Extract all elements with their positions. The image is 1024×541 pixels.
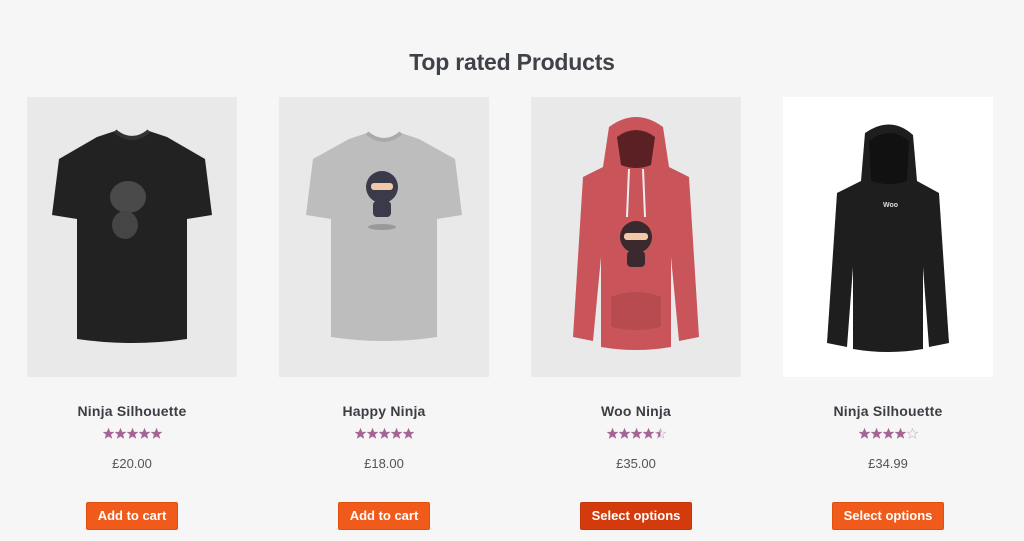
product-card: Woo Ninja £35.00 Select options <box>531 97 741 530</box>
product-image[interactable] <box>531 97 741 377</box>
red-hoodie-icon <box>573 117 699 350</box>
product-card: Ninja Silhouette £20.00 Add to cart <box>27 97 237 530</box>
star-filled-icon <box>114 428 126 439</box>
star-filled-icon <box>630 428 642 439</box>
section-title: Top rated Products <box>409 49 615 75</box>
star-filled-icon <box>390 428 402 439</box>
star-filled-icon <box>882 428 894 439</box>
rating-stars <box>531 428 741 442</box>
star-filled-icon <box>366 428 378 439</box>
add-to-cart-button[interactable]: Add to cart <box>337 502 431 530</box>
product-price: £20.00 <box>112 456 152 471</box>
star-filled-icon <box>858 428 870 439</box>
star-filled-icon <box>606 428 618 439</box>
select-options-button[interactable]: Select options <box>579 502 693 530</box>
star-empty-icon <box>906 428 918 439</box>
product-image[interactable]: Woo <box>783 97 993 377</box>
product-card: Happy Ninja £18.00 Add to cart <box>279 97 489 530</box>
star-filled-icon <box>354 428 366 439</box>
product-title[interactable]: Ninja Silhouette <box>783 403 993 419</box>
woo-logo: Woo <box>883 202 898 209</box>
star-filled-icon <box>894 428 906 439</box>
product-price: £18.00 <box>364 456 404 471</box>
product-price: £34.99 <box>868 456 908 471</box>
product-title[interactable]: Woo Ninja <box>531 403 741 419</box>
rating-stars <box>279 428 489 442</box>
product-image[interactable] <box>279 97 489 377</box>
star-half-icon <box>654 428 666 439</box>
star-filled-icon <box>642 428 654 439</box>
star-filled-icon <box>126 428 138 439</box>
grey-tshirt-icon <box>306 131 462 341</box>
product-title[interactable]: Ninja Silhouette <box>27 403 237 419</box>
star-filled-icon <box>402 428 414 439</box>
product-price: £35.00 <box>616 456 656 471</box>
black-tshirt-icon <box>52 129 212 343</box>
star-filled-icon <box>150 428 162 439</box>
star-filled-icon <box>378 428 390 439</box>
star-filled-icon <box>102 428 114 439</box>
black-hoodie-icon: Woo <box>827 124 949 352</box>
product-card: Woo Ninja Silhouette £34.99 Select optio… <box>783 97 993 530</box>
product-title[interactable]: Happy Ninja <box>279 403 489 419</box>
rating-stars <box>27 428 237 442</box>
select-options-button[interactable]: Select options <box>831 502 945 530</box>
star-filled-icon <box>138 428 150 439</box>
rating-stars <box>783 428 993 442</box>
product-image[interactable] <box>27 97 237 377</box>
add-to-cart-button[interactable]: Add to cart <box>85 502 179 530</box>
star-filled-icon <box>618 428 630 439</box>
star-filled-icon <box>870 428 882 439</box>
